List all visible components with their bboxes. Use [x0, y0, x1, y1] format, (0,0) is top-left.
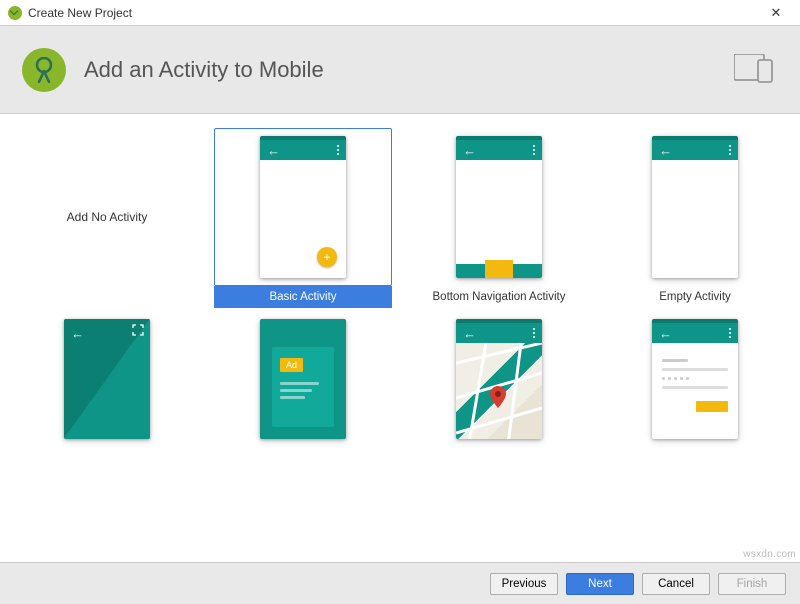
template-login-activity[interactable]: ← [606, 314, 784, 444]
overflow-icon [337, 145, 339, 155]
overflow-icon [729, 145, 731, 155]
close-button[interactable]: ✕ [756, 1, 796, 25]
template-gallery: Add No Activity ← + Basic Activity ← [0, 114, 800, 552]
wizard-footer: Previous Next Cancel Finish [0, 562, 800, 604]
back-arrow-icon: ← [71, 326, 84, 341]
phone-mockup: ← + [260, 136, 346, 278]
phone-mockup: ← [652, 319, 738, 439]
cancel-button[interactable]: Cancel [642, 573, 710, 595]
overflow-icon [533, 145, 535, 155]
map-pin-icon [490, 386, 506, 408]
template-admob-ads-activity[interactable]: Ad [214, 314, 392, 444]
template-label: Bottom Navigation Activity [410, 286, 588, 308]
login-button-icon [696, 401, 728, 412]
ad-badge: Ad [280, 358, 303, 372]
back-arrow-icon: ← [463, 144, 476, 157]
template-fullscreen-activity[interactable]: ← [18, 314, 196, 444]
back-arrow-icon: ← [659, 144, 672, 157]
previous-button[interactable]: Previous [490, 573, 558, 595]
wizard-header: Add an Activity to Mobile [0, 26, 800, 114]
template-bottom-navigation-activity[interactable]: ← Bottom Navigation Activity [410, 128, 588, 308]
phone-mockup: ← [652, 136, 738, 278]
titlebar: Create New Project ✕ [0, 0, 800, 26]
template-label: Basic Activity [214, 286, 392, 308]
overflow-icon [729, 328, 731, 338]
form-factor-icon [734, 54, 774, 84]
fab-icon: + [317, 247, 337, 267]
phone-mockup: ← [456, 136, 542, 278]
map-icon [456, 343, 542, 439]
back-arrow-icon: ← [463, 327, 476, 340]
template-label: Empty Activity [606, 286, 784, 308]
back-arrow-icon: ← [659, 327, 672, 340]
android-studio-logo [22, 48, 66, 92]
template-label: Add No Activity [67, 128, 148, 306]
overflow-icon [533, 328, 535, 338]
phone-mockup: ← [64, 319, 150, 439]
template-basic-activity[interactable]: ← + Basic Activity [214, 128, 392, 308]
android-studio-icon [8, 6, 22, 20]
next-button[interactable]: Next [566, 573, 634, 595]
fullscreen-icon [132, 324, 144, 336]
template-empty-activity[interactable]: ← Empty Activity [606, 128, 784, 308]
finish-button: Finish [718, 573, 786, 595]
watermark: wsxdn.com [743, 549, 796, 560]
page-title: Add an Activity to Mobile [84, 57, 324, 83]
template-add-no-activity[interactable]: Add No Activity [18, 128, 196, 308]
phone-mockup: Ad [260, 319, 346, 439]
template-google-maps-activity[interactable]: ← [410, 314, 588, 444]
bottom-nav-icon [456, 264, 542, 278]
phone-mockup: ← [456, 319, 542, 439]
window-title: Create New Project [28, 6, 132, 20]
back-arrow-icon: ← [267, 144, 280, 157]
